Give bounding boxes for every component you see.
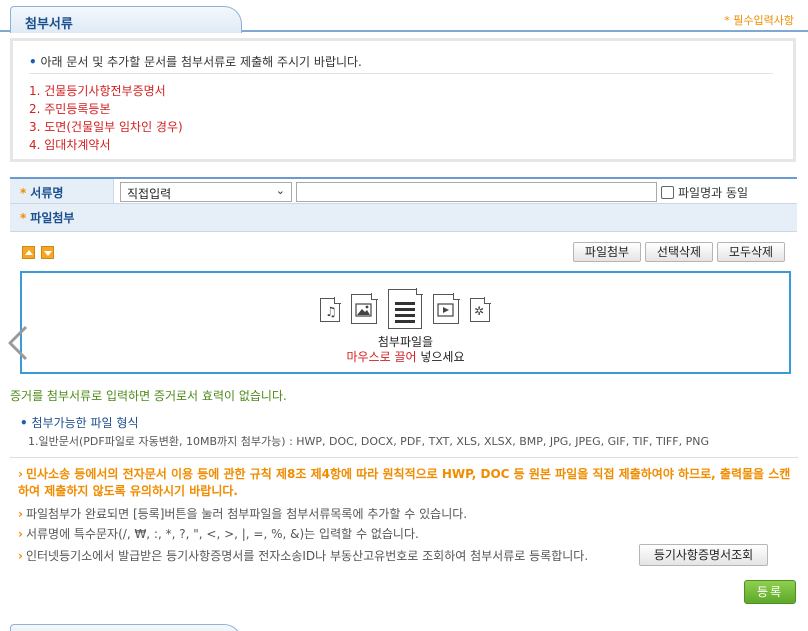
allowed-types-title-text: 첨부가능한 파일 형식 [31,416,139,430]
required-doc-item: 4. 임대차계약서 [29,138,111,152]
svg-text:✲: ✲ [474,304,484,318]
section-tab: 첨부서류 [10,6,242,33]
divider [10,457,798,458]
info-box: • 아래 문서 및 추가할 문서를 첨부서류로 제출해 주시기 바랍니다. 1.… [10,38,796,162]
doc-name-input[interactable] [296,182,657,202]
section-header: 첨부서류 * 필수입력사항 [0,0,808,34]
chevron-down-icon: ⌄ [275,184,285,197]
move-down-button[interactable] [41,246,54,259]
doc-name-row: * 서류명 직접입력 ⌄ 파일명과 동일 [10,177,797,204]
svg-text:♫: ♫ [325,305,337,320]
delete-all-button[interactable]: 모두삭제 [717,242,785,262]
attach-file-button[interactable]: 파일첨부 [573,242,641,262]
drop-hint-rest: 넣으세요 [416,350,465,364]
registry-certificate-lookup-button[interactable]: 등기사항증명서조회 [639,544,768,566]
info-intro: • 아래 문서 및 추가할 문서를 첨부서류로 제출해 주시기 바랍니다. [29,53,362,70]
attach-row: * 파일첨부 [10,204,797,232]
audio-file-icon: ♫ [320,297,341,322]
allowed-types-title: • 첨부가능한 파일 형식 [20,414,139,431]
special-char-notice-text: 서류명에 특수문자(/, ₩, :, *, ?, ", <, >, |, =, … [25,527,419,541]
file-type-icons: ♫ ✲ [320,288,494,329]
required-doc-item: 1. 건물등기사항전부증명서 [29,84,166,98]
register-notice-text: 파일첨부가 완료되면 [등록]버튼을 눌러 첨부파일을 첨부서류목록에 추가할 … [25,507,468,521]
required-star: * [20,211,27,225]
allowed-types-list: 1.일반문서(PDF파일로 자동변환, 10MB까지 첨부가능) : HWP, … [28,435,709,448]
next-section-tab [10,624,242,631]
chevron-right-icon: › [18,549,23,563]
same-as-filename-checkbox[interactable] [661,186,674,199]
info-intro-text: 아래 문서 및 추가할 문서를 첨부서류로 제출해 주시기 바랍니다. [40,55,362,69]
divider [29,73,773,74]
doc-name-label-text: 서류명 [30,186,64,200]
image-file-icon [351,293,378,324]
bullet-icon: • [20,416,28,430]
register-notice: › 파일첨부가 완료되면 [등록]버튼을 눌러 첨부파일을 첨부서류목록에 추가할… [18,505,467,522]
chevron-right-icon: › [18,527,23,541]
original-file-notice: › 민사소송 등에서의 전자문서 이용 등에 관한 규칙 제8조 제4항에 따라 … [18,466,796,500]
chevron-right-icon: › [18,467,23,481]
settings-file-icon: ✲ [470,297,491,322]
registry-lookup-notice: › 인터넷등기소에서 발급받은 등기사항증명서를 전자소송ID나 부동산고유번호로… [18,547,588,564]
video-file-icon [433,293,460,324]
required-doc-item: 3. 도면(건물일부 임차인 경우) [29,120,183,134]
drop-hint-emphasis: 마우스로 끌어 [346,350,417,364]
section-title: 첨부서류 [25,17,73,32]
delete-selected-button[interactable]: 선택삭제 [645,242,713,262]
file-drop-zone[interactable]: ♫ ✲ 첨부파일을 마우스로 끌어 넣으세요 [20,271,791,374]
required-doc-list: 1. 건물등기사항전부증명서 2. 주민등록등본 3. 도면(건물일부 임차인 … [29,82,183,154]
move-up-button[interactable] [22,246,35,259]
drop-hint-line2: 마우스로 끌어 넣으세요 [22,348,789,365]
chevron-left-icon[interactable] [4,323,34,363]
attach-label: * 파일첨부 [10,204,114,231]
register-button[interactable]: 등록 [744,580,796,604]
required-star: * [20,186,27,200]
original-file-notice-text: 민사소송 등에서의 전자문서 이용 등에 관한 규칙 제8조 제4항에 따라 원… [18,467,791,498]
registry-lookup-notice-text: 인터넷등기소에서 발급받은 등기사항증명서를 전자소송ID나 부동산고유번호로 … [25,549,589,563]
doc-type-select[interactable]: 직접입력 ⌄ [120,182,292,202]
same-as-filename-label: 파일명과 동일 [678,186,749,200]
doc-name-label: * 서류명 [10,179,114,203]
required-note: * 필수입력사항 [724,14,794,27]
document-file-icon [388,288,423,329]
doc-type-select-value: 직접입력 [127,187,172,201]
required-doc-item: 2. 주민등록등본 [29,102,111,116]
attach-label-text: 파일첨부 [30,211,75,225]
bullet-icon: • [29,55,37,69]
chevron-right-icon: › [18,507,23,521]
evidence-warning: 증거를 첨부서류로 입력하면 증거로서 효력이 없습니다. [10,389,287,403]
special-char-notice: › 서류명에 특수문자(/, ₩, :, *, ?, ", <, >, |, =,… [18,525,419,542]
